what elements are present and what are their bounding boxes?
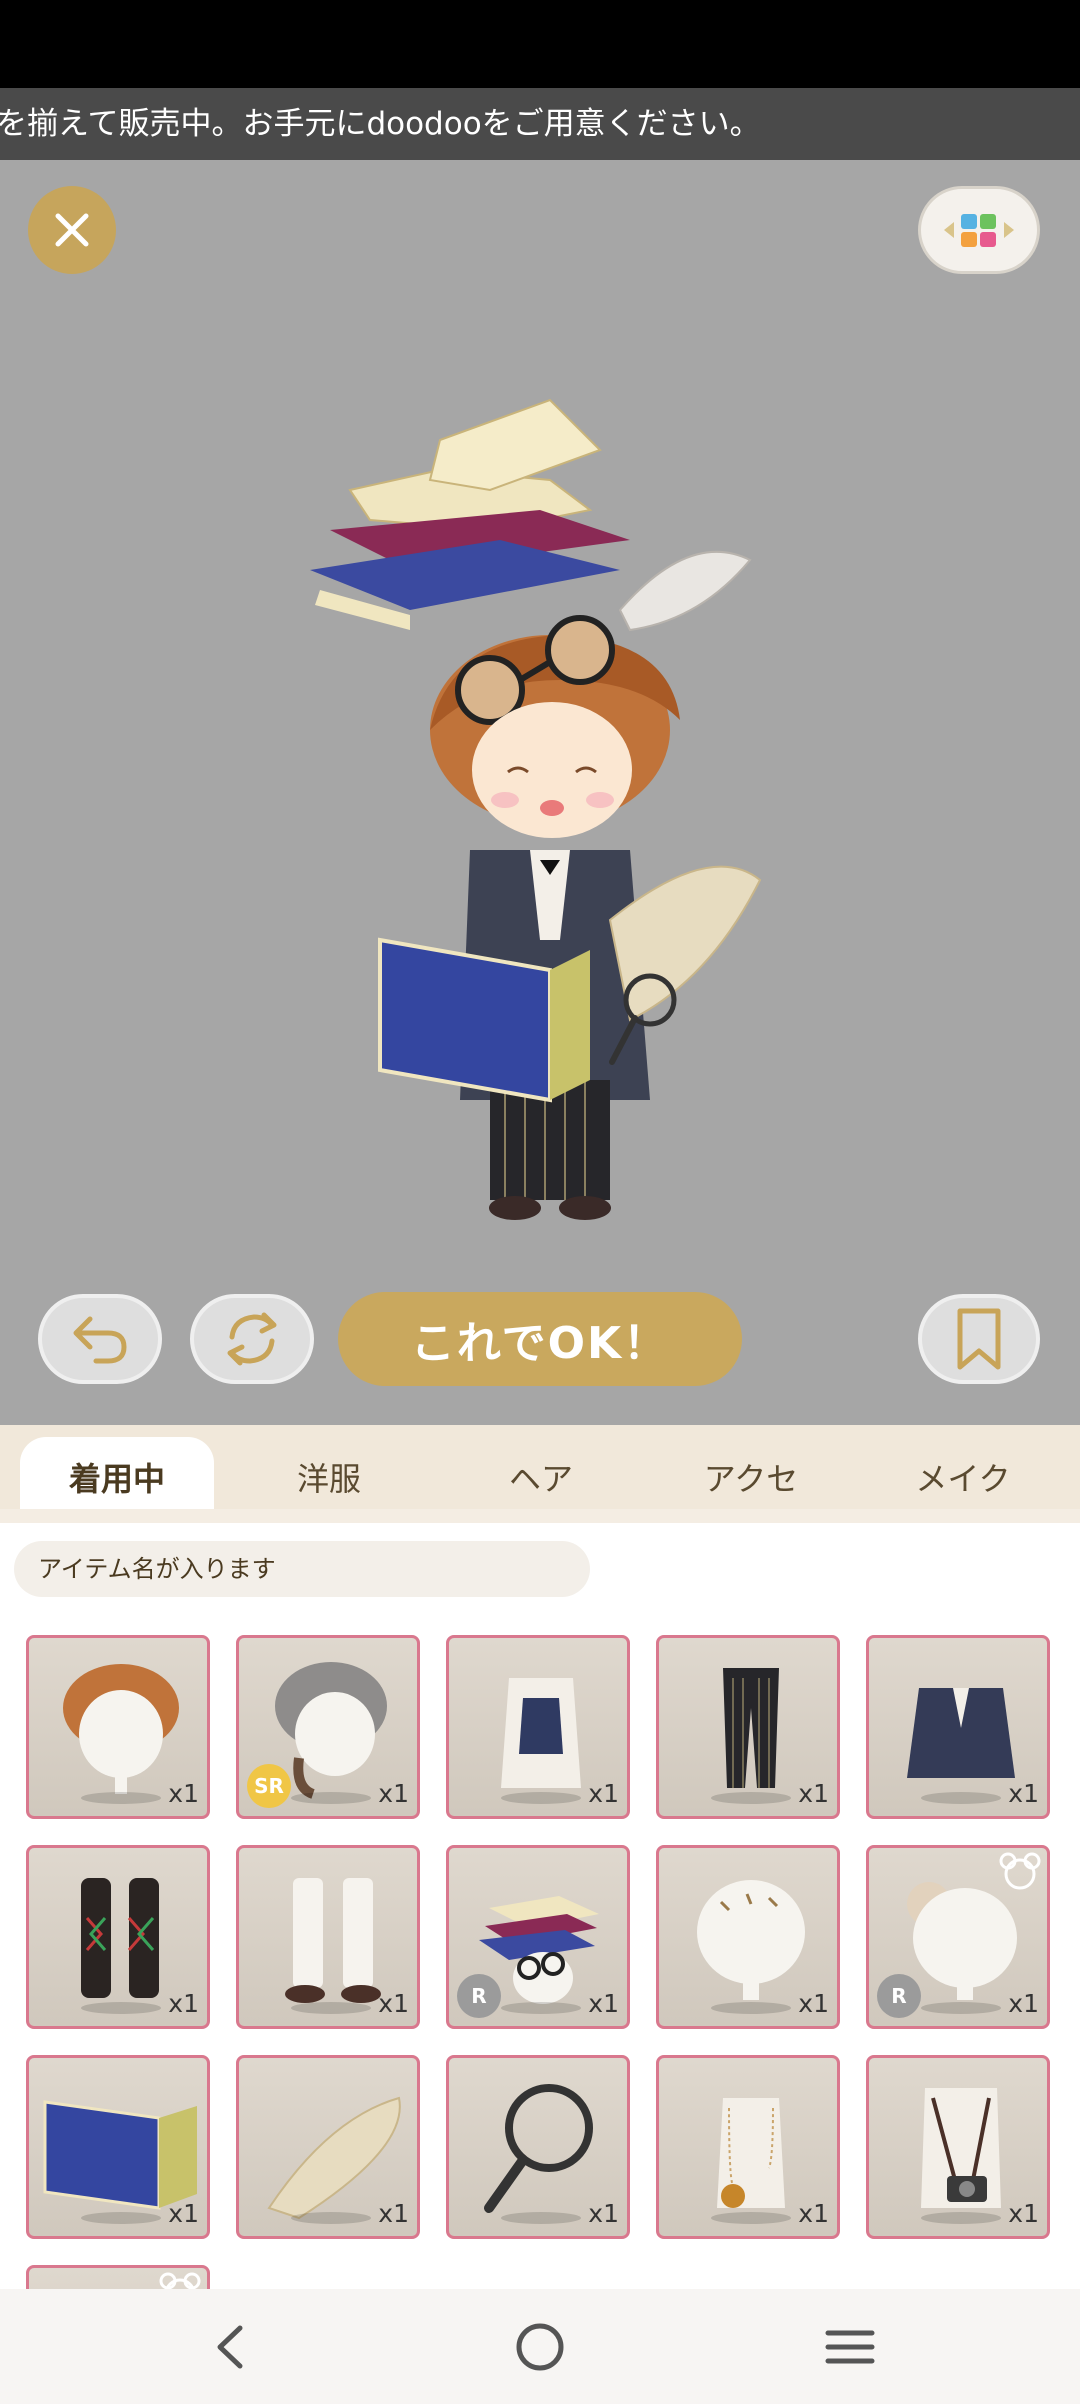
item-shadow — [81, 1792, 161, 1804]
palette-icon — [944, 214, 1014, 247]
item-count: x1 — [798, 1779, 829, 1808]
tab-wearing[interactable]: 着用中 — [20, 1437, 214, 1517]
back-icon — [217, 2325, 243, 2369]
home-icon — [516, 2323, 564, 2371]
item-name-field[interactable]: アイテム名が入ります — [14, 1541, 590, 1597]
item-count: x1 — [168, 1989, 199, 2018]
bookmark-button[interactable] — [918, 1294, 1040, 1384]
nav-home-button[interactable] — [500, 2317, 580, 2377]
item-shadow — [291, 2002, 371, 2014]
item-gray-hair[interactable]: SR x1 — [236, 1635, 420, 1819]
item-map-scroll[interactable]: x1 — [236, 2055, 420, 2239]
status-bar — [0, 0, 1080, 88]
rotate-icon — [227, 1312, 277, 1366]
item-count: x1 — [168, 1779, 199, 1808]
item-hair-pins[interactable]: x1 — [656, 1845, 840, 2029]
category-tabs: 着用中 洋服 ヘア アクセ メイク — [0, 1425, 1080, 1517]
item-striped-pants[interactable]: x1 — [656, 1635, 840, 1819]
item-count: x1 — [378, 1989, 409, 2018]
item-partial[interactable] — [26, 2265, 210, 2289]
item-argyle-socks[interactable]: x1 — [26, 1845, 210, 2029]
item-count: x1 — [378, 2199, 409, 2228]
item-count: x1 — [588, 2199, 619, 2228]
item-count: x1 — [588, 1779, 619, 1808]
item-book-stack-hat[interactable]: R x1 — [446, 1845, 630, 2029]
item-count: x1 — [378, 1779, 409, 1808]
close-icon — [55, 213, 89, 247]
menu-icon — [825, 2330, 875, 2364]
confirm-ok-button[interactable]: これでOK！ — [338, 1292, 742, 1386]
item-pendant-necklace[interactable]: x1 — [656, 2055, 840, 2239]
item-shadow — [921, 2002, 1001, 2014]
item-navy-jacket[interactable]: x1 — [866, 1635, 1050, 1819]
tab-makeup[interactable]: メイク — [866, 1437, 1060, 1517]
color-palette-button[interactable] — [918, 186, 1040, 274]
item-panel: アイテム名が入ります x1 SR x1 x1 x1 x1 x1 x1 R x1 … — [0, 1523, 1080, 2289]
ticker-text: を揃えて販売中。お手元にdoodooをご用意ください。 — [0, 106, 761, 142]
item-white-boots[interactable]: x1 — [236, 1845, 420, 2029]
nav-back-button[interactable] — [190, 2317, 270, 2377]
item-shadow — [81, 2212, 161, 2224]
item-count: x1 — [588, 1989, 619, 2018]
close-button[interactable] — [28, 186, 116, 274]
item-shadow — [501, 2212, 581, 2224]
bear-icon — [159, 2272, 201, 2289]
item-shadow — [501, 1792, 581, 1804]
rarity-badge-r: R — [877, 1974, 921, 2018]
item-shadow — [501, 2002, 581, 2014]
undo-button[interactable] — [38, 1294, 162, 1384]
item-shadow — [711, 2212, 791, 2224]
item-shadow — [921, 2212, 1001, 2224]
tab-clothes[interactable]: 洋服 — [234, 1437, 424, 1517]
item-shadow — [81, 2002, 161, 2014]
tabs-divider — [0, 1509, 1080, 1523]
item-count: x1 — [168, 2199, 199, 2228]
item-navy-vest[interactable]: x1 — [446, 1635, 630, 1819]
item-shadow — [291, 1792, 371, 1804]
item-blue-book[interactable]: x1 — [26, 2055, 210, 2239]
item-count: x1 — [1008, 1779, 1039, 1808]
bookmark-icon — [957, 1308, 1001, 1370]
item-count: x1 — [798, 2199, 829, 2228]
announcement-ticker: を揃えて販売中。お手元にdoodooをご用意ください。 — [0, 88, 1080, 160]
system-nav-bar — [0, 2289, 1080, 2404]
undo-icon — [73, 1316, 127, 1364]
item-camera-strap[interactable]: x1 — [866, 2055, 1050, 2239]
item-count: x1 — [1008, 2199, 1039, 2228]
tab-accessory[interactable]: アクセ — [656, 1437, 846, 1517]
item-count: x1 — [1008, 1989, 1039, 2018]
rarity-badge-sr: SR — [247, 1764, 291, 1808]
item-shadow — [711, 2002, 791, 2014]
rarity-badge-r: R — [457, 1974, 501, 2018]
tab-hair[interactable]: ヘア — [446, 1437, 636, 1517]
avatar-character[interactable] — [290, 380, 790, 1240]
rotate-button[interactable] — [190, 1294, 314, 1384]
item-shadow — [921, 1792, 1001, 1804]
item-bun-accessory[interactable]: R x1 — [866, 1845, 1050, 2029]
item-shadow — [291, 2212, 371, 2224]
bear-icon — [999, 1852, 1041, 1890]
item-brown-hair[interactable]: x1 — [26, 1635, 210, 1819]
item-count: x1 — [798, 1989, 829, 2018]
item-shadow — [711, 1792, 791, 1804]
nav-menu-button[interactable] — [810, 2317, 890, 2377]
item-magnifying-glass[interactable]: x1 — [446, 2055, 630, 2239]
